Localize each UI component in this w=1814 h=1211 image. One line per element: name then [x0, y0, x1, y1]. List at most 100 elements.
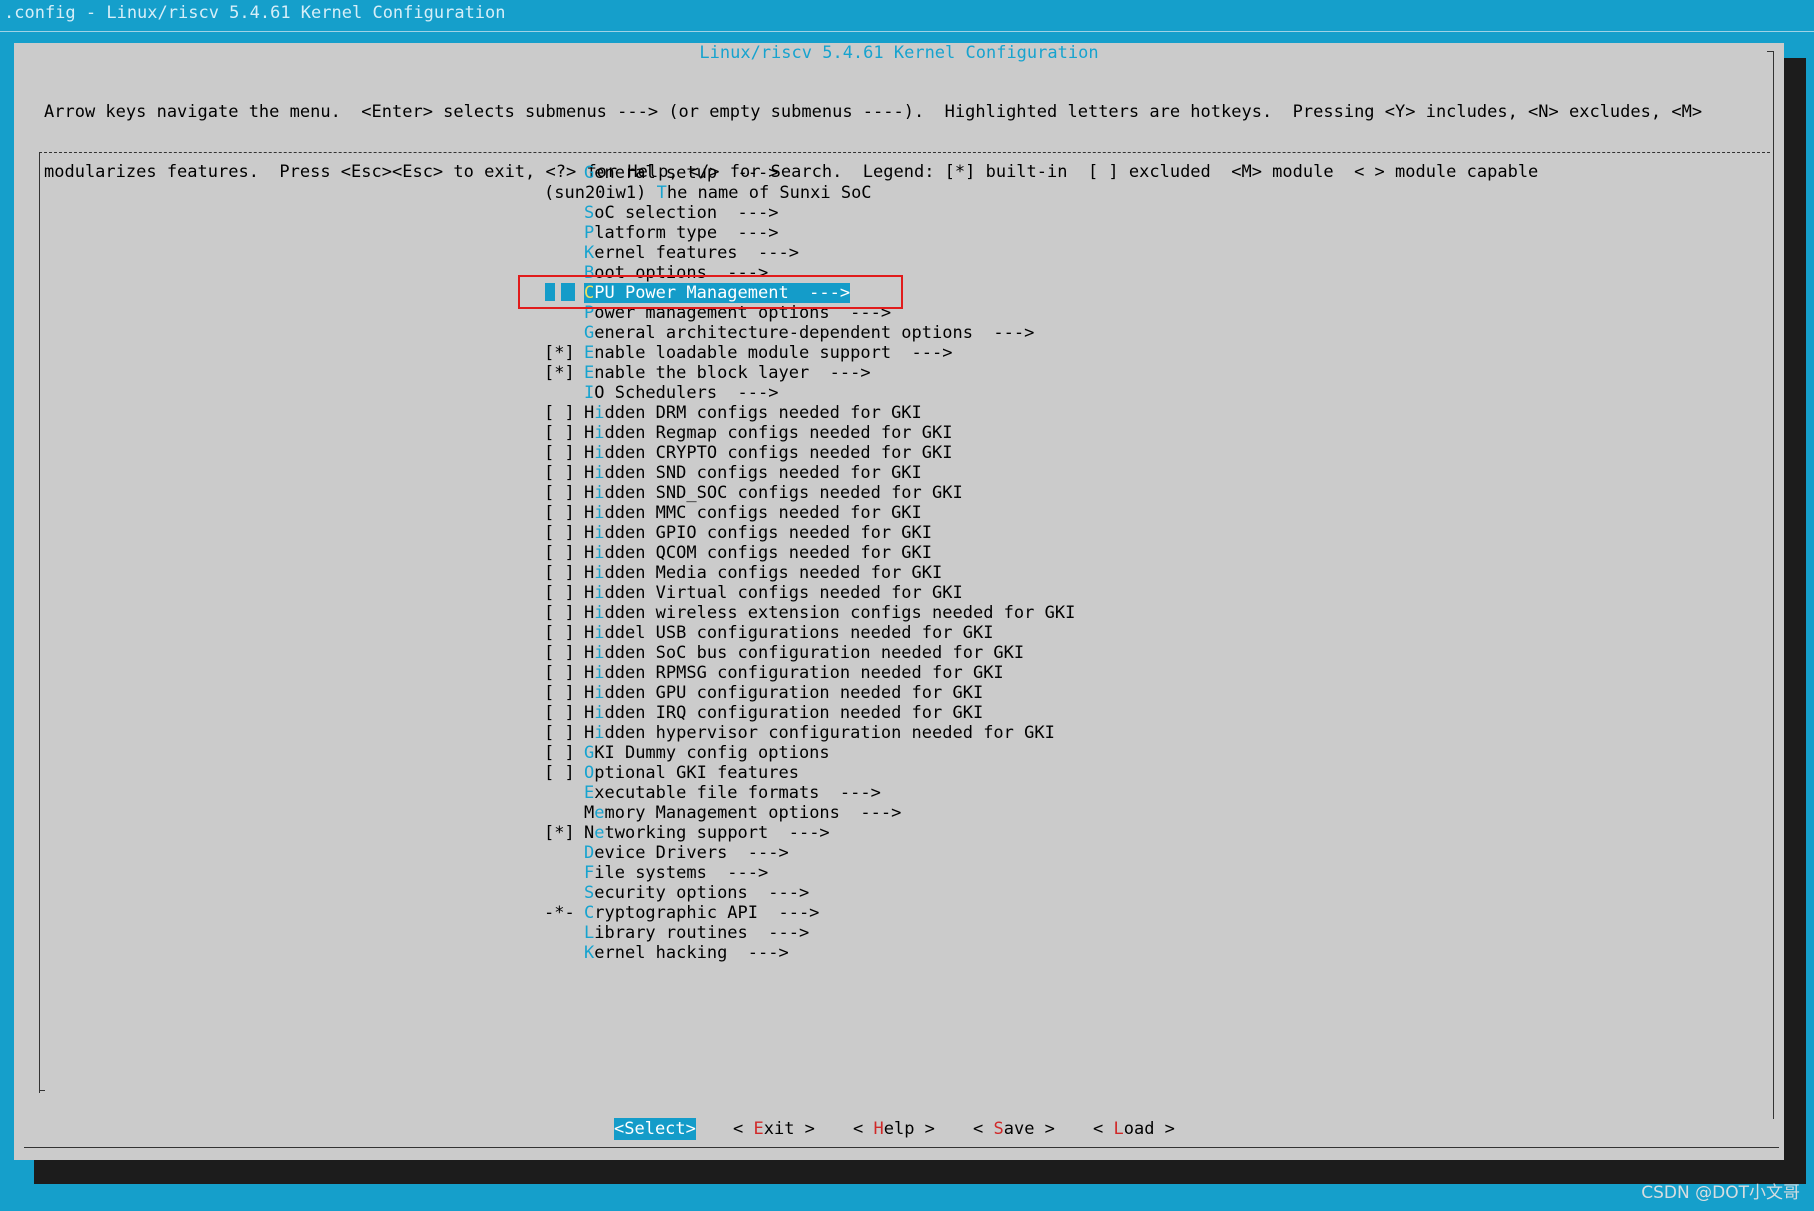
menu-item[interactable]: General setup --->: [544, 163, 1075, 183]
menu-item-hotkey: i: [594, 683, 605, 703]
menu-item-prefix: [ ]: [544, 623, 575, 643]
menu-item[interactable]: Memory Management options --->: [544, 803, 1075, 823]
menu-item[interactable]: [*] Enable loadable module support --->: [544, 343, 1075, 363]
menu-item-lead: H: [584, 503, 595, 523]
watermark: CSDN @DOT小文哥: [1641, 1183, 1800, 1203]
menu-item[interactable]: Kernel features --->: [544, 243, 1075, 263]
menu-item-hotkey: E: [584, 363, 595, 383]
load-button[interactable]: < Load >: [1093, 1118, 1175, 1140]
menu-item-text: dden SND configs needed for GKI: [604, 463, 922, 483]
menu-item-hotkey: E: [584, 343, 595, 363]
menu-item-label: Hidden SND_SOC configs needed for GKI: [584, 483, 963, 503]
menu-item-label: Executable file formats --->: [584, 783, 881, 803]
menu-item-lead: H: [584, 623, 595, 643]
menu-item-text: dden CRYPTO configs needed for GKI: [604, 443, 953, 463]
menu-item-prefix: [ ]: [544, 523, 575, 543]
exit-button[interactable]: < Exit >: [733, 1118, 815, 1140]
menu-item-label: Hidden wireless extension configs needed…: [584, 603, 1075, 623]
menu-item[interactable]: [ ] Hidden Regmap configs needed for GKI: [544, 423, 1075, 443]
menu-item[interactable]: [ ] Hidden GPIO configs needed for GKI: [544, 523, 1075, 543]
menu-item-hotkey: S: [584, 203, 595, 223]
menu-item-text: xecutable file formats --->: [594, 783, 881, 803]
menu-item[interactable]: Device Drivers --->: [544, 843, 1075, 863]
menu-item[interactable]: Executable file formats --->: [544, 783, 1075, 803]
menu-item-text: dden Regmap configs needed for GKI: [604, 423, 953, 443]
menu-item-text: dden SoC bus configuration needed for GK…: [604, 643, 1025, 663]
menu-item[interactable]: [ ] Hidden QCOM configs needed for GKI: [544, 543, 1075, 563]
menu-item-prefix: [ ]: [544, 423, 575, 443]
menu-item-label: Enable the block layer --->: [584, 363, 871, 383]
menu-item[interactable]: -*- Cryptographic API --->: [544, 903, 1075, 923]
menu-item-label: Hidden MMC configs needed for GKI: [584, 503, 922, 523]
menu-item-hotkey: G: [584, 163, 595, 183]
menu-item-label: Hidden hypervisor configuration needed f…: [584, 723, 1055, 743]
menu-item[interactable]: [*] Networking support --->: [544, 823, 1075, 843]
menu-item-label: Security options --->: [584, 883, 809, 903]
menu-item[interactable]: [ ] Hidden SoC bus configuration needed f…: [544, 643, 1075, 663]
menu-item[interactable]: IO Schedulers --->: [544, 383, 1075, 403]
menu-item[interactable]: Library routines --->: [544, 923, 1075, 943]
menu-item-hotkey: i: [594, 443, 605, 463]
menu-item-hotkey: i: [594, 523, 605, 543]
menu-item[interactable]: [ ] Hidden SND_SOC configs needed for GKI: [544, 483, 1075, 503]
menu-item[interactable]: [ ] Hidden GPU configuration needed for G…: [544, 683, 1075, 703]
menu-item-lead: H: [584, 703, 595, 723]
menu-item-prefix: [ ]: [544, 463, 575, 483]
menu-item-label: Optional GKI features: [584, 763, 799, 783]
menu-item[interactable]: [ ] Hidden SND configs needed for GKI: [544, 463, 1075, 483]
menu-item[interactable]: [ ] Hidden MMC configs needed for GKI: [544, 503, 1075, 523]
menu-item[interactable]: [ ] Hiddel USB configurations needed for …: [544, 623, 1075, 643]
menu-item-label: The name of Sunxi SoC: [657, 183, 872, 203]
menu-item-text: dden MMC configs needed for GKI: [604, 503, 922, 523]
dialog-shadow-bottom: [34, 1160, 1806, 1184]
menu-item-prefix: [*]: [544, 343, 575, 363]
menu-item[interactable]: File systems --->: [544, 863, 1075, 883]
menu-item[interactable]: Kernel hacking --->: [544, 943, 1075, 963]
menu-item[interactable]: Platform type --->: [544, 223, 1075, 243]
menu-item[interactable]: [ ] Hidden Media configs needed for GKI: [544, 563, 1075, 583]
menu-item[interactable]: [ ] Hidden CRYPTO configs needed for GKI: [544, 443, 1075, 463]
menu-item-label: SoC selection --->: [584, 203, 778, 223]
save-button[interactable]: < Save >: [973, 1118, 1055, 1140]
help-button[interactable]: < Help >: [853, 1118, 935, 1140]
menu-item-hotkey: i: [594, 643, 605, 663]
menu-item-lead: H: [584, 523, 595, 543]
menu-item[interactable]: [ ] GKI Dummy config options: [544, 743, 1075, 763]
menu-item[interactable]: General architecture-dependent options -…: [544, 323, 1075, 343]
menu-item-text: O Schedulers --->: [594, 383, 779, 403]
menu-item-label: Hiddel USB configurations needed for GKI: [584, 623, 993, 643]
menu-item-text: ernel features --->: [594, 243, 799, 263]
menu-item-lead: H: [584, 543, 595, 563]
menu-item-label: General setup --->: [584, 163, 778, 183]
menu-item[interactable]: Security options --->: [544, 883, 1075, 903]
select-button[interactable]: <Select>: [614, 1118, 696, 1140]
menu-item[interactable]: [ ] Hidden RPMSG configuration needed for…: [544, 663, 1075, 683]
menu-item[interactable]: (sun20iw1) The name of Sunxi SoC: [544, 183, 1075, 203]
menu-item[interactable]: [ ] Hidden hypervisor configuration neede…: [544, 723, 1075, 743]
menu-item[interactable]: [ ] Hidden IRQ configuration needed for G…: [544, 703, 1075, 723]
menu-item-label: Library routines --->: [584, 923, 809, 943]
menu-item-text: dden GPIO configs needed for GKI: [604, 523, 933, 543]
menu-item-hotkey: i: [594, 563, 605, 583]
menu-item-hotkey: i: [594, 663, 605, 683]
menu-item-text: ecurity options --->: [594, 883, 810, 903]
menu-item[interactable]: [ ] Hidden wireless extension configs nee…: [544, 603, 1075, 623]
menu-item-text: nable loadable module support --->: [594, 343, 953, 363]
menu-item-hotkey: T: [656, 183, 667, 203]
menu-item[interactable]: [ ] Optional GKI features: [544, 763, 1075, 783]
dialog-border-bottom: [24, 1147, 1779, 1148]
menu-item-hotkey: i: [594, 503, 605, 523]
menu-item-lead: H: [584, 423, 595, 443]
menu-item-text: dden wireless extension configs needed f…: [604, 603, 1076, 623]
title-separator: [0, 31, 1814, 32]
menu-item-text: latform type --->: [594, 223, 779, 243]
menu-item-label: Hidden CRYPTO configs needed for GKI: [584, 443, 953, 463]
menu-item-prefix: [ ]: [544, 563, 575, 583]
menu-item-prefix: -*-: [544, 903, 575, 923]
menu-item[interactable]: [ ] Hidden DRM configs needed for GKI: [544, 403, 1075, 423]
menu-item[interactable]: [ ] Hidden Virtual configs needed for GKI: [544, 583, 1075, 603]
menu-item[interactable]: [*] Enable the block layer --->: [544, 363, 1075, 383]
menu-frame-corner: [39, 1090, 45, 1091]
menu-item-label: Kernel features --->: [584, 243, 799, 263]
menu-item[interactable]: SoC selection --->: [544, 203, 1075, 223]
